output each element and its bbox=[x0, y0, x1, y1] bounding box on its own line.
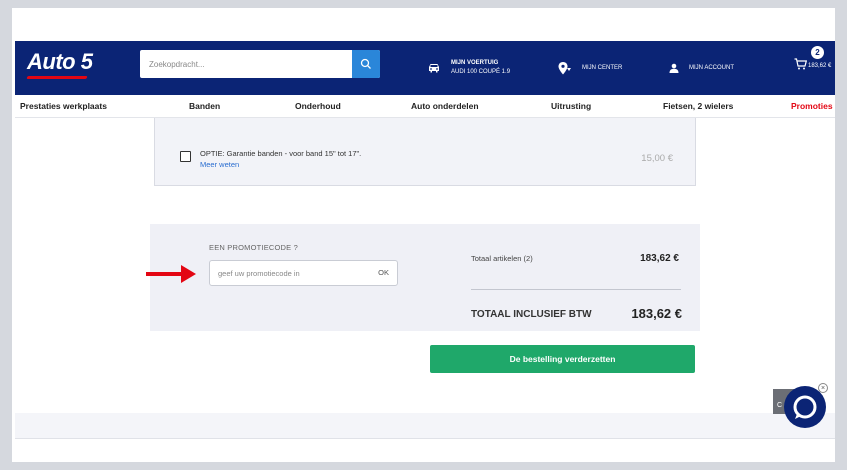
chat-close-icon[interactable]: × bbox=[818, 383, 828, 393]
my-account[interactable]: MIJN ACCOUNT bbox=[669, 41, 734, 95]
guarantee-option-text: OPTIE: Garantie banden - voor band 15" t… bbox=[200, 149, 362, 158]
auto5-logo[interactable]: Auto 5 bbox=[27, 49, 93, 75]
search-input[interactable] bbox=[140, 50, 352, 78]
promo-summary-panel: EEN PROMOTIECODE ? OK Totaal artikelen (… bbox=[150, 224, 700, 331]
cart-icon[interactable] bbox=[794, 57, 808, 75]
summary-divider bbox=[471, 289, 681, 290]
promo-code-label: EEN PROMOTIECODE ? bbox=[209, 243, 299, 252]
grand-total-label: TOTAAL INCLUSIEF BTW bbox=[471, 309, 592, 320]
promo-code-input[interactable] bbox=[210, 261, 370, 285]
promo-code-field: OK bbox=[209, 260, 398, 286]
vehicle-value: AUDI 100 COUPÉ 1.9 bbox=[451, 69, 511, 75]
nav-item-prestaties-werkplaats[interactable]: Prestaties werkplaats bbox=[20, 101, 107, 111]
guarantee-price: 15,00 € bbox=[641, 153, 673, 164]
location-pin-icon bbox=[558, 61, 572, 75]
items-total-value: 183,62 € bbox=[640, 253, 679, 264]
promo-ok-button[interactable]: OK bbox=[378, 268, 389, 277]
search-bar bbox=[140, 50, 380, 78]
user-icon bbox=[669, 63, 679, 73]
items-total-label: Totaal artikelen (2) bbox=[471, 254, 533, 263]
tyre-guarantee-option: OPTIE: Garantie banden - voor band 15" t… bbox=[154, 118, 696, 186]
checkout-page: Auto 5 MIJN VOERTUIG bbox=[12, 8, 835, 462]
red-arrow-icon bbox=[146, 265, 196, 283]
site-header: Auto 5 MIJN VOERTUIG bbox=[15, 41, 835, 95]
nav-item-promoties[interactable]: Promoties bbox=[791, 101, 833, 111]
main-nav: Prestaties werkplaats Banden Onderhoud A… bbox=[15, 95, 835, 118]
search-button[interactable] bbox=[352, 50, 380, 78]
continue-order-button[interactable]: De bestelling verderzetten bbox=[430, 345, 695, 373]
cart-count-badge[interactable]: 2 bbox=[810, 45, 825, 60]
car-icon bbox=[427, 63, 441, 73]
vehicle-title: MIJN VOERTUIG bbox=[451, 60, 499, 66]
more-info-link[interactable]: Meer weten bbox=[200, 160, 239, 169]
grand-total-value: 183,62 € bbox=[631, 306, 682, 321]
nav-item-auto-onderdelen[interactable]: Auto onderdelen bbox=[411, 101, 479, 111]
nav-item-uitrusting[interactable]: Uitrusting bbox=[551, 101, 591, 111]
logo-underline bbox=[26, 76, 88, 79]
guarantee-checkbox[interactable] bbox=[180, 151, 191, 162]
footer-strip bbox=[15, 413, 835, 439]
my-center-label: MIJN CENTER bbox=[582, 64, 623, 71]
my-center[interactable]: MIJN CENTER bbox=[558, 41, 622, 95]
nav-item-fietsen[interactable]: Fietsen, 2 wielers bbox=[663, 101, 733, 111]
nav-item-onderhoud[interactable]: Onderhoud bbox=[295, 101, 341, 111]
my-account-label: MIJN ACCOUNT bbox=[689, 64, 734, 71]
nav-item-banden[interactable]: Banden bbox=[189, 101, 220, 111]
cart-total: 183,62 € bbox=[808, 63, 832, 69]
search-icon bbox=[360, 58, 371, 69]
chat-bubble-icon bbox=[793, 395, 817, 419]
my-vehicle[interactable]: MIJN VOERTUIG AUDI 100 COUPÉ 1.9 bbox=[427, 41, 510, 95]
